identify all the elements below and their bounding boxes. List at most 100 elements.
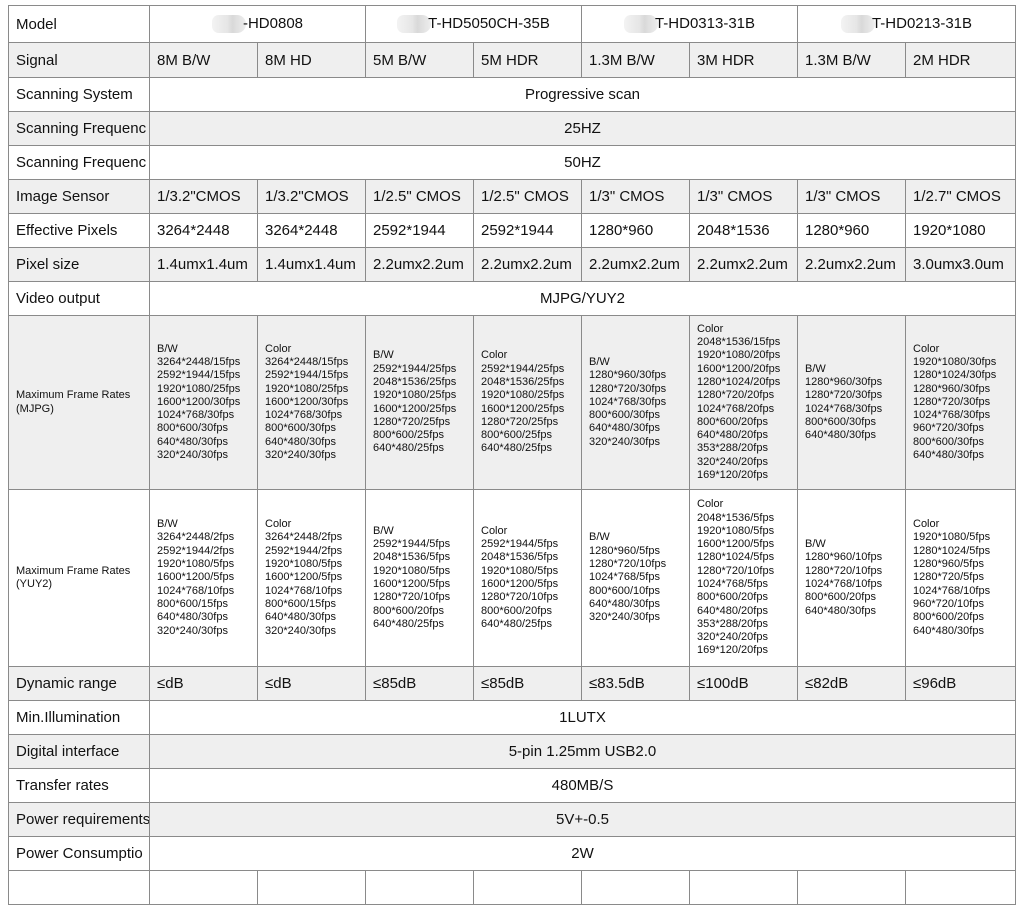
frame-rate-entry: 2592*1944/15fps bbox=[157, 369, 241, 382]
frame-rate-cell: Color 2048*1536/15fps 1920*1080/20fps 1600*… bbox=[689, 315, 798, 490]
frame-rate-entry: 1024*768/10fps bbox=[913, 584, 991, 597]
frame-rate-mode: B/W bbox=[805, 538, 826, 551]
frame-rate-entry: 800*600/20fps bbox=[481, 604, 552, 617]
frame-rate-entry: 640*480/30fps bbox=[913, 449, 984, 462]
signal-cell: 3M HDR bbox=[689, 42, 798, 78]
frame-rate-mode: B/W bbox=[805, 362, 826, 375]
frame-rate-entry: 1280*720/10fps bbox=[481, 591, 559, 604]
row-transfer-rates: Transfer rates 480MB/S bbox=[8, 768, 1016, 803]
frame-rate-entry: 320*240/30fps bbox=[265, 624, 336, 637]
frame-rate-entry: 1920*1080/20fps bbox=[697, 349, 781, 362]
scanning-frequency-value: 25HZ bbox=[149, 111, 1016, 146]
frame-rate-entry: 1600*1200/5fps bbox=[481, 578, 559, 590]
effective-pixels-cell: 2592*1944 bbox=[365, 213, 474, 248]
frame-rate-entry: 1280*720/5fps bbox=[913, 571, 984, 584]
frame-rate-entry: 640*480/30fps bbox=[157, 611, 228, 624]
frame-rate-entry: 1920*1080/25fps bbox=[157, 382, 241, 395]
effective-pixels-cell: 3264*2448 bbox=[149, 213, 258, 248]
frame-rate-entry: 169*120/20fps bbox=[697, 644, 768, 657]
frame-rate-entry: 800*600/15fps bbox=[265, 597, 336, 610]
row-image-sensor: Image Sensor 1/3.2"CMOS 1/3.2"CMOS 1/2.5… bbox=[8, 179, 1016, 214]
frame-rate-entry: 800*600/30fps bbox=[265, 422, 336, 435]
spec-table: Model -HD0808 T-HD5050CH-35B T-HD0313-31… bbox=[8, 5, 1016, 905]
pixel-size-cell: 2.2umx2.2um bbox=[581, 247, 690, 282]
empty-cell bbox=[905, 870, 1016, 905]
frame-rate-entry: 3264*2448/15fps bbox=[265, 355, 349, 368]
frame-rate-entry: 640*480/30fps bbox=[805, 604, 876, 617]
row-max-frame-rates-mjpg: Maximum Frame Rates (MJPG) B/W 3264*2448/… bbox=[8, 315, 1016, 490]
label-model: Model bbox=[8, 5, 150, 43]
empty-cell bbox=[149, 870, 258, 905]
frame-rate-entry: 640*480/25fps bbox=[373, 617, 444, 630]
dynamic-range-cell: ≤85dB bbox=[365, 666, 474, 701]
row-video-output: Video output MJPG/YUY2 bbox=[8, 281, 1016, 316]
empty-cell bbox=[365, 870, 474, 905]
dynamic-range-cell: ≤dB bbox=[149, 666, 258, 701]
frame-rate-mode: Color bbox=[481, 524, 508, 537]
frame-rate-entry: 1280*720/25fps bbox=[373, 415, 451, 428]
frame-rate-entry: 1024*768/5fps bbox=[697, 578, 768, 590]
label-scanning-frequency: Scanning Frequenc bbox=[8, 111, 150, 146]
transfer-rates-value: 480MB/S bbox=[149, 768, 1016, 803]
min-illumination-value: 1LUTX bbox=[149, 700, 1016, 735]
row-digital-interface: Digital interface 5-pin 1.25mm USB2.0 bbox=[8, 734, 1016, 769]
pixel-size-cell: 2.2umx2.2um bbox=[797, 247, 906, 282]
frame-rate-entry: 1600*1200/5fps bbox=[697, 538, 775, 551]
model-header: T-HD0313-31B bbox=[581, 5, 798, 43]
blurred-logo-icon bbox=[211, 15, 246, 34]
label-dynamic-range: Dynamic range bbox=[8, 666, 150, 701]
frame-rate-entry: 1280*720/10fps bbox=[805, 564, 883, 577]
signal-cell: 8M HD bbox=[257, 42, 366, 78]
frame-rate-entry: 1920*1080/25fps bbox=[265, 382, 349, 395]
row-effective-pixels: Effective Pixels 3264*2448 3264*2448 259… bbox=[8, 213, 1016, 248]
frame-rate-entry: 640*480/25fps bbox=[373, 442, 444, 455]
blurred-logo-icon bbox=[623, 15, 658, 34]
row-partial-next bbox=[8, 870, 1016, 905]
effective-pixels-cell: 1280*960 bbox=[797, 213, 906, 248]
row-pixel-size: Pixel size 1.4umx1.4um 1.4umx1.4um 2.2um… bbox=[8, 247, 1016, 282]
frame-rate-entry: 1280*1024/5fps bbox=[697, 551, 775, 564]
label-scanning-frequency: Scanning Frequenc bbox=[8, 145, 150, 180]
power-requirements-value: 5V+-0.5 bbox=[149, 802, 1016, 837]
label-digital-interface: Digital interface bbox=[8, 734, 150, 769]
frame-rate-entry: 1280*960/30fps bbox=[805, 375, 883, 388]
frame-rate-entry: 800*600/10fps bbox=[589, 584, 660, 597]
frame-rate-entry: 1280*720/10fps bbox=[697, 564, 775, 577]
pixel-size-cell: 2.2umx2.2um bbox=[365, 247, 474, 282]
frame-rate-entry: 2592*1944/25fps bbox=[481, 362, 565, 375]
label-scanning-system: Scanning System bbox=[8, 77, 150, 112]
frame-rate-entry: 1280*960/30fps bbox=[589, 369, 667, 382]
frame-rate-entry: 1280*960/10fps bbox=[805, 551, 883, 564]
label-min-illumination: Min.Illumination bbox=[8, 700, 150, 735]
frame-rate-entry: 640*480/25fps bbox=[481, 617, 552, 630]
frame-rate-entry: 960*720/30fps bbox=[913, 422, 984, 435]
label-video-output: Video output bbox=[8, 281, 150, 316]
frame-rate-mode: Color bbox=[697, 498, 724, 511]
frame-rate-entry: 320*240/30fps bbox=[157, 449, 228, 462]
frame-rate-entry: 1024*768/10fps bbox=[805, 578, 883, 590]
model-name: T-HD5050CH-35B bbox=[428, 14, 550, 32]
frame-rate-entry: 1280*720/10fps bbox=[373, 591, 451, 604]
frame-rate-entry: 1024*768/10fps bbox=[265, 584, 343, 597]
pixel-size-cell: 3.0umx3.0um bbox=[905, 247, 1016, 282]
frame-rate-entry: 1024*768/30fps bbox=[157, 409, 235, 422]
frame-rate-entry: 800*600/30fps bbox=[157, 422, 228, 435]
pixel-size-cell: 1.4umx1.4um bbox=[257, 247, 366, 282]
image-sensor-cell: 1/2.5" CMOS bbox=[473, 179, 582, 214]
dynamic-range-cell: ≤dB bbox=[257, 666, 366, 701]
frame-rate-entry: 2592*1944/2fps bbox=[265, 544, 343, 557]
model-name: T-HD0213-31B bbox=[871, 14, 973, 32]
frame-rate-mode: Color bbox=[913, 342, 940, 355]
row-model: Model -HD0808 T-HD5050CH-35B T-HD0313-31… bbox=[8, 5, 1016, 43]
frame-rate-mode: B/W bbox=[157, 342, 178, 355]
frame-rate-entry: 640*480/30fps bbox=[913, 624, 984, 637]
frame-rate-entry: 3264*2448/15fps bbox=[157, 355, 241, 368]
frame-rate-entry: 169*120/20fps bbox=[697, 468, 768, 481]
frame-rate-entry: 1600*1200/25fps bbox=[481, 402, 565, 415]
blurred-logo-icon bbox=[840, 15, 875, 34]
frame-rate-cell: Color 1920*1080/5fps 1280*1024/5fps 1280*96… bbox=[905, 489, 1016, 667]
frame-rate-entry: 1920*1080/5fps bbox=[481, 564, 559, 577]
frame-rate-entry: 640*480/30fps bbox=[805, 429, 876, 442]
frame-rate-cell: B/W 1280*960/5fps 1280*720/10fps 1024*768/5… bbox=[581, 489, 690, 667]
frame-rate-cell: Color 2592*1944/5fps 2048*1536/5fps 1920*10… bbox=[473, 489, 582, 667]
